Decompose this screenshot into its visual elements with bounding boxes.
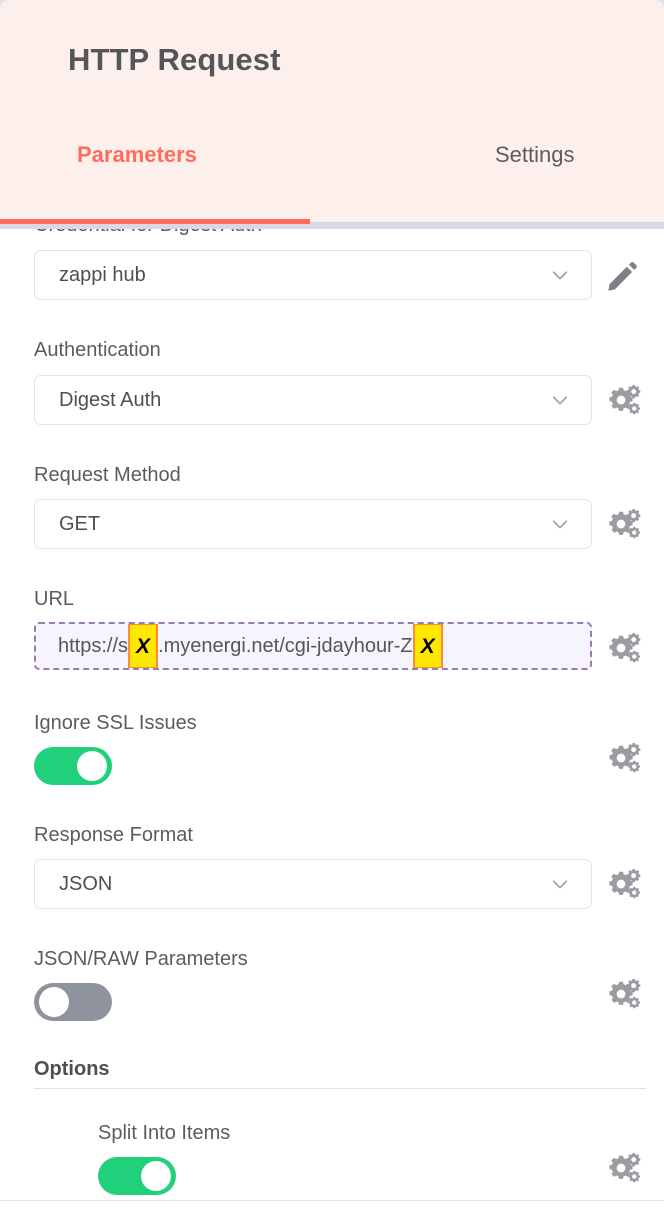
credential-value: zappi hub — [59, 263, 146, 286]
url-value-middle: .myenergi.net/cgi-jdayhour-Z — [158, 635, 413, 657]
options-section-divider — [34, 1088, 646, 1089]
request-method-label: Request Method — [34, 464, 181, 486]
gear-icon[interactable] — [603, 382, 641, 420]
options-section-title: Options — [34, 1058, 110, 1080]
url-value-prefix: https://s — [58, 635, 129, 657]
url-label: URL — [34, 588, 75, 610]
ignore-ssl-issues-label: Ignore SSL Issues — [34, 712, 197, 734]
authentication-label: Authentication — [34, 339, 161, 361]
gear-icon[interactable] — [603, 1150, 641, 1188]
chevron-down-icon — [549, 389, 571, 411]
credential-select[interactable]: zappi hub — [34, 250, 592, 300]
json-raw-parameters-label: JSON/RAW Parameters — [34, 948, 248, 970]
node-header: HTTP Request Parameters Settings — [0, 0, 664, 222]
toggle-knob — [77, 751, 107, 781]
http-request-node-panel: Credential for Digest Auth zappi hub Aut… — [0, 0, 664, 1208]
response-format-select[interactable]: JSON — [34, 859, 592, 909]
ignore-ssl-issues-toggle[interactable] — [34, 747, 112, 785]
toggle-knob — [39, 987, 69, 1017]
response-format-value: JSON — [59, 872, 113, 895]
tab-settings[interactable]: Settings — [495, 142, 575, 168]
gear-icon[interactable] — [603, 630, 641, 668]
gear-icon[interactable] — [603, 976, 641, 1014]
split-into-items-toggle[interactable] — [98, 1157, 176, 1195]
page-title: HTTP Request — [68, 42, 281, 77]
split-into-items-label: Split Into Items — [98, 1122, 231, 1144]
panel-bottom-divider — [0, 1200, 664, 1201]
gear-icon[interactable] — [603, 866, 641, 904]
tab-bar: Parameters Settings — [0, 142, 664, 190]
json-raw-parameters-toggle[interactable] — [34, 983, 112, 1021]
response-format-label: Response Format — [34, 824, 193, 846]
gear-icon[interactable] — [603, 740, 641, 778]
url-value: https://s X .myenergi.net/cgi-jdayhour-Z X — [58, 624, 443, 668]
url-redaction-1: X — [128, 624, 159, 668]
tab-parameters[interactable]: Parameters — [77, 142, 197, 168]
url-input[interactable]: https://s X .myenergi.net/cgi-jdayhour-Z X — [34, 622, 592, 670]
request-method-value: GET — [59, 512, 101, 535]
gear-icon[interactable] — [603, 506, 641, 544]
authentication-value: Digest Auth — [59, 388, 162, 411]
pencil-icon[interactable] — [605, 260, 639, 294]
chevron-down-icon — [549, 873, 571, 895]
url-redaction-2: X — [412, 624, 443, 668]
chevron-down-icon — [549, 264, 571, 286]
chevron-down-icon — [549, 513, 571, 535]
request-method-select[interactable]: GET — [34, 499, 592, 549]
tab-parameters-active-indicator — [0, 219, 310, 224]
authentication-select[interactable]: Digest Auth — [34, 375, 592, 425]
toggle-knob — [141, 1161, 171, 1191]
